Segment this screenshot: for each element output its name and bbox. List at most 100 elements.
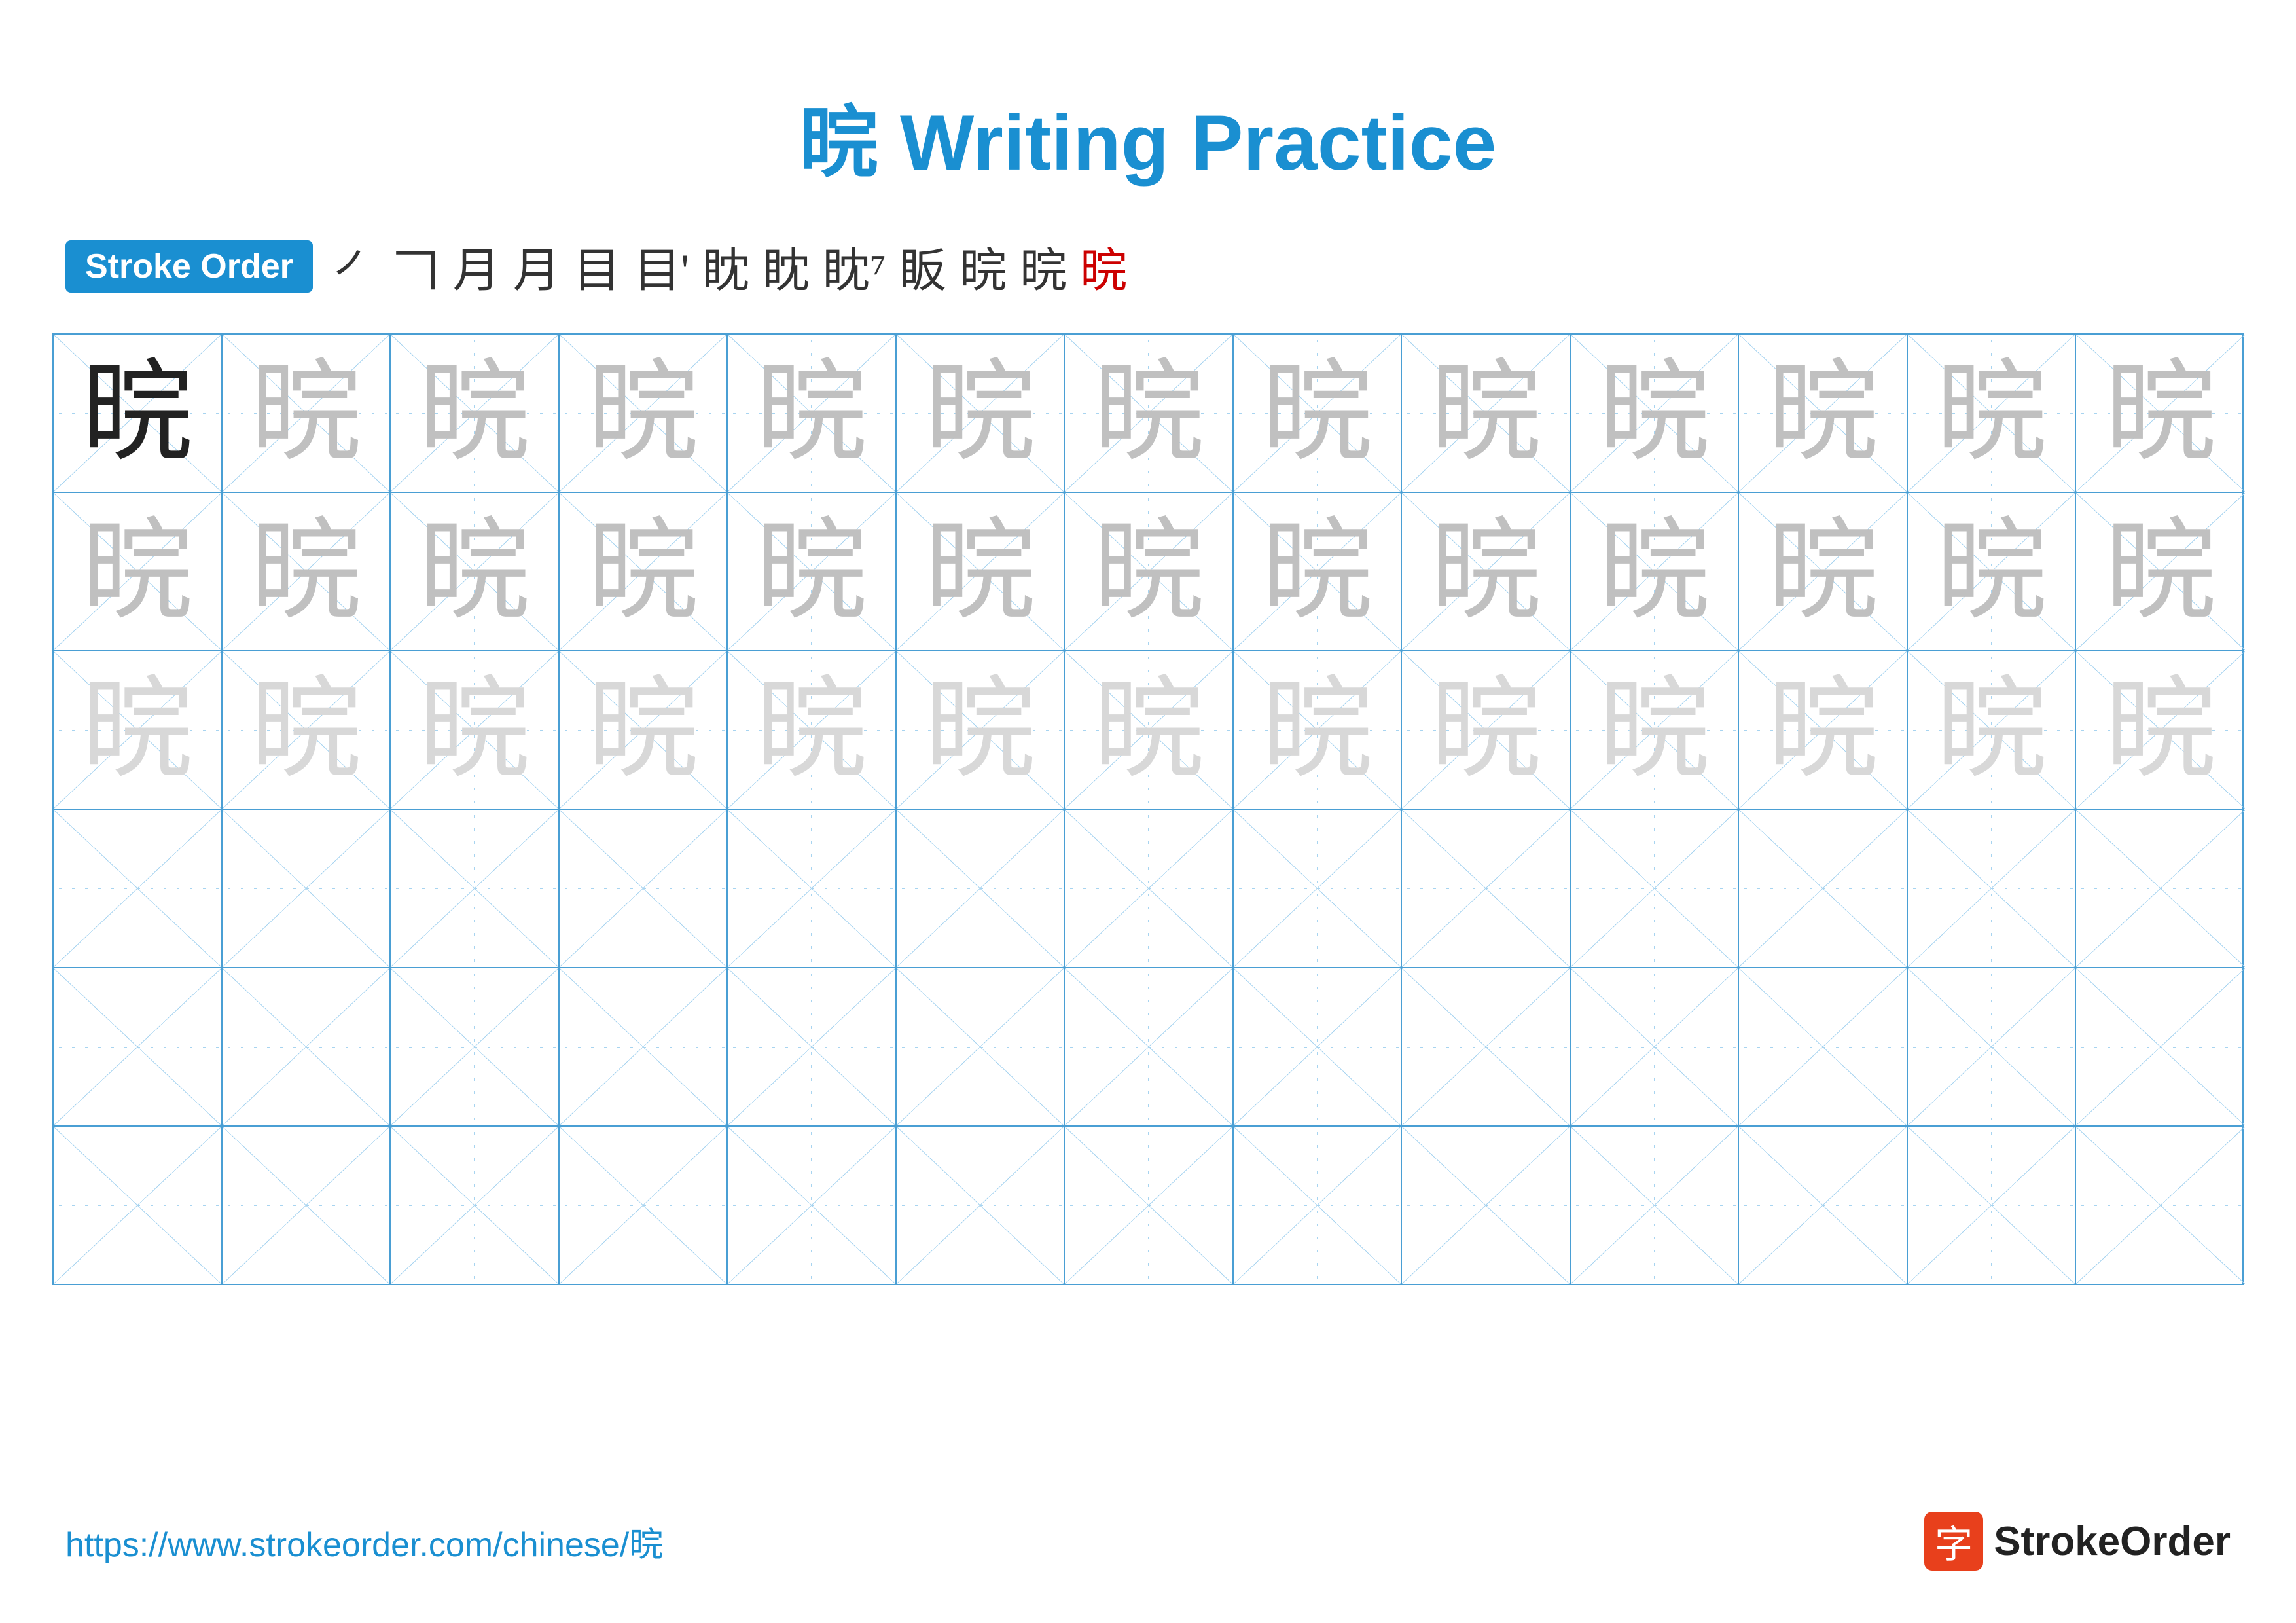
grid-row-1: 晥 晥 晥 晥 晥 晥 晥 晥 晥 晥 晥 晥 晥 [54,335,2242,493]
stroke-8: 眈 [762,232,810,301]
grid-cell-2-12[interactable]: 晥 [1908,493,2077,650]
grid-cell-2-9[interactable]: 晥 [1402,493,1571,650]
grid-cell-2-5[interactable]: 晥 [728,493,897,650]
grid-cell-3-9[interactable]: 晥 [1402,651,1571,809]
grid-cell-4-1[interactable] [54,810,223,967]
grid-cell-2-4[interactable]: 晥 [560,493,728,650]
practice-grid: 晥 晥 晥 晥 晥 晥 晥 晥 晥 晥 晥 晥 晥 晥 晥 晥 晥 晥 晥 晥 … [52,333,2244,1285]
stroke-5: 目 [573,232,620,301]
stroke-11: 晥 [960,232,1007,301]
grid-cell-5-9[interactable] [1402,968,1571,1125]
stroke-9: 眈⁷ [823,232,886,301]
grid-cell-6-5[interactable] [728,1127,897,1284]
grid-cell-2-8[interactable]: 晥 [1234,493,1403,650]
grid-cell-4-13[interactable] [2076,810,2245,967]
grid-cell-1-12[interactable]: 晥 [1908,335,2077,492]
grid-cell-6-1[interactable] [54,1127,223,1284]
stroke-order-badge: Stroke Order [65,240,313,293]
grid-cell-5-6[interactable] [897,968,1066,1125]
grid-cell-1-8[interactable]: 晥 [1234,335,1403,492]
grid-cell-5-4[interactable] [560,968,728,1125]
grid-cell-4-8[interactable] [1234,810,1403,967]
grid-cell-1-6[interactable]: 晥 [897,335,1066,492]
grid-cell-4-11[interactable] [1739,810,1908,967]
grid-cell-5-12[interactable] [1908,968,2077,1125]
grid-cell-5-2[interactable] [223,968,391,1125]
stroke-10: 眅 [899,232,946,301]
grid-cell-6-2[interactable] [223,1127,391,1284]
grid-cell-2-2[interactable]: 晥 [223,493,391,650]
grid-cell-3-3[interactable]: 晥 [391,651,560,809]
logo-text: StrokeOrder [1994,1518,2231,1565]
grid-cell-5-8[interactable] [1234,968,1403,1125]
grid-cell-5-11[interactable] [1739,968,1908,1125]
grid-cell-5-5[interactable] [728,968,897,1125]
stroke-2: 𠃍 [393,232,440,301]
grid-cell-1-9[interactable]: 晥 [1402,335,1571,492]
grid-cell-2-11[interactable]: 晥 [1739,493,1908,650]
grid-cell-1-10[interactable]: 晥 [1571,335,1740,492]
grid-cell-1-3[interactable]: 晥 [391,335,560,492]
grid-cell-3-5[interactable]: 晥 [728,651,897,809]
grid-cell-3-13[interactable]: 晥 [2076,651,2245,809]
grid-cell-2-3[interactable]: 晥 [391,493,560,650]
grid-cell-6-9[interactable] [1402,1127,1571,1284]
stroke-1: ㇒ [332,232,380,301]
footer: https://www.strokeorder.com/chinese/晥 字 … [0,1512,2296,1571]
grid-row-6 [54,1127,2242,1284]
grid-cell-1-5[interactable]: 晥 [728,335,897,492]
grid-cell-6-11[interactable] [1739,1127,1908,1284]
grid-cell-6-6[interactable] [897,1127,1066,1284]
grid-cell-4-9[interactable] [1402,810,1571,967]
grid-cell-1-7[interactable]: 晥 [1065,335,1234,492]
stroke-chars: ㇒ 𠃍 月 月 目 目' 眈 眈 眈⁷ 眅 晥 晥 晥 [332,232,1127,301]
grid-cell-3-2[interactable]: 晥 [223,651,391,809]
grid-row-2: 晥 晥 晥 晥 晥 晥 晥 晥 晥 晥 晥 晥 晥 [54,493,2242,651]
grid-cell-5-3[interactable] [391,968,560,1125]
grid-cell-1-4[interactable]: 晥 [560,335,728,492]
grid-cell-4-6[interactable] [897,810,1066,967]
grid-cell-2-7[interactable]: 晥 [1065,493,1234,650]
grid-cell-3-6[interactable]: 晥 [897,651,1066,809]
grid-cell-2-1[interactable]: 晥 [54,493,223,650]
grid-cell-5-10[interactable] [1571,968,1740,1125]
grid-cell-4-4[interactable] [560,810,728,967]
grid-row-3: 晥 晥 晥 晥 晥 晥 晥 晥 晥 晥 晥 晥 晥 [54,651,2242,810]
grid-cell-3-12[interactable]: 晥 [1908,651,2077,809]
grid-cell-1-2[interactable]: 晥 [223,335,391,492]
grid-cell-3-11[interactable]: 晥 [1739,651,1908,809]
grid-cell-1-13[interactable]: 晥 [2076,335,2245,492]
grid-cell-3-7[interactable]: 晥 [1065,651,1234,809]
grid-cell-4-10[interactable] [1571,810,1740,967]
grid-cell-4-7[interactable] [1065,810,1234,967]
grid-cell-3-4[interactable]: 晥 [560,651,728,809]
grid-cell-4-3[interactable] [391,810,560,967]
stroke-order-row: Stroke Order ㇒ 𠃍 月 月 目 目' 眈 眈 眈⁷ 眅 晥 晥 晥 [0,232,2296,301]
grid-cell-5-7[interactable] [1065,968,1234,1125]
grid-cell-4-2[interactable] [223,810,391,967]
logo-icon: 字 [1924,1512,1983,1571]
grid-cell-6-3[interactable] [391,1127,560,1284]
grid-cell-2-13[interactable]: 晥 [2076,493,2245,650]
grid-cell-3-1[interactable]: 晥 [54,651,223,809]
grid-cell-2-10[interactable]: 晥 [1571,493,1740,650]
grid-cell-2-6[interactable]: 晥 [897,493,1066,650]
footer-url[interactable]: https://www.strokeorder.com/chinese/晥 [65,1517,663,1566]
grid-cell-3-10[interactable]: 晥 [1571,651,1740,809]
grid-cell-4-5[interactable] [728,810,897,967]
page-title: 晥 Writing Practice [0,0,2296,232]
stroke-13-final: 晥 [1080,232,1127,301]
grid-cell-4-12[interactable] [1908,810,2077,967]
grid-cell-6-4[interactable] [560,1127,728,1284]
grid-cell-6-10[interactable] [1571,1127,1740,1284]
grid-cell-6-8[interactable] [1234,1127,1403,1284]
grid-cell-3-8[interactable]: 晥 [1234,651,1403,809]
stroke-4: 月 [513,232,560,301]
grid-cell-6-12[interactable] [1908,1127,2077,1284]
grid-cell-6-13[interactable] [2076,1127,2245,1284]
grid-cell-1-11[interactable]: 晥 [1739,335,1908,492]
grid-cell-1-1[interactable]: 晥 [54,335,223,492]
grid-cell-5-13[interactable] [2076,968,2245,1125]
grid-cell-6-7[interactable] [1065,1127,1234,1284]
grid-cell-5-1[interactable] [54,968,223,1125]
